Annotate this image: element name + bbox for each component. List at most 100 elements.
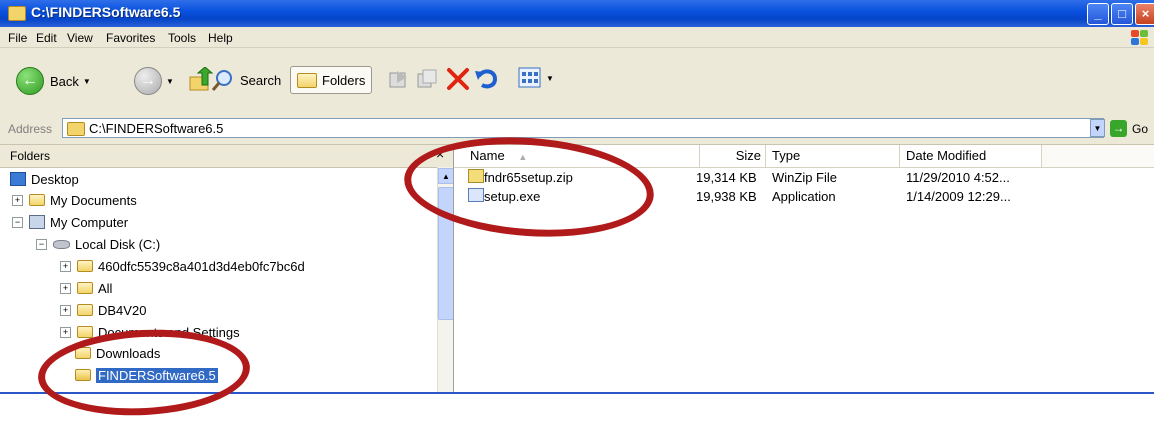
address-field[interactable]: C:\FINDERSoftware6.5 — [62, 118, 1104, 138]
file-size: 19,314 KB — [696, 170, 757, 185]
tree-item-label: My Documents — [50, 192, 137, 208]
go-label: Go — [1132, 121, 1149, 136]
menu-tools[interactable]: Tools — [168, 31, 196, 45]
folder-icon — [77, 326, 93, 338]
expand-icon[interactable]: + — [12, 194, 23, 206]
column-header-size[interactable]: Size — [700, 145, 766, 167]
delete-icon — [447, 68, 469, 90]
folders-button[interactable]: Folders — [290, 66, 373, 94]
move-to-button[interactable] — [389, 69, 409, 89]
menu-favorites[interactable]: Favorites — [106, 31, 155, 45]
folder-icon — [77, 304, 93, 316]
file-name: setup.exe — [484, 189, 541, 204]
expand-icon[interactable]: + — [60, 260, 71, 272]
tree-item-label: 460dfc5539c8a401d3d4eb0fc7bc6d — [98, 258, 305, 274]
column-header-name[interactable]: Name ▲ — [454, 145, 700, 167]
tree-item-folder[interactable]: + 460dfc5539c8a401d3d4eb0fc7bc6d — [60, 256, 305, 276]
drive-icon — [53, 239, 70, 249]
menu-edit[interactable]: Edit — [36, 31, 57, 45]
folder-icon — [67, 122, 85, 136]
copy-to-button[interactable] — [417, 69, 437, 89]
menu-help[interactable]: Help — [208, 31, 233, 45]
tree-item-label-selected: FINDERSoftware6.5 — [96, 367, 218, 383]
collapse-icon[interactable]: − — [36, 238, 47, 250]
forward-dropdown-icon[interactable]: ▼ — [166, 77, 174, 86]
file-row[interactable]: fndr65setup.zip 19,314 KB WinZip File 11… — [454, 168, 1154, 187]
column-header-type[interactable]: Type — [766, 145, 900, 167]
collapse-icon[interactable]: − — [12, 216, 23, 228]
search-button[interactable]: Search — [210, 68, 281, 92]
computer-icon — [29, 215, 45, 229]
search-label: Search — [240, 72, 282, 88]
folders-scrollbar[interactable]: ▲ — [437, 167, 453, 392]
delete-button[interactable] — [446, 67, 470, 91]
tree-item-folder[interactable]: + All — [60, 278, 112, 298]
file-name: fndr65setup.zip — [484, 170, 573, 185]
desktop-icon — [10, 172, 26, 186]
menu-bar: File Edit View Favorites Tools Help — [0, 27, 1154, 48]
move-to-icon — [389, 71, 407, 88]
address-dropdown-icon[interactable]: ▼ — [1090, 119, 1105, 137]
tree-item-folder[interactable]: + Documents and Settings — [60, 322, 240, 342]
close-pane-icon[interactable]: × — [436, 146, 444, 162]
expand-icon[interactable]: + — [60, 304, 71, 316]
close-button[interactable]: × — [1135, 3, 1154, 25]
folders-label: Folders — [322, 72, 366, 88]
folders-pane-header: Folders × — [0, 145, 453, 168]
file-type: WinZip File — [772, 170, 838, 185]
exe-file-icon — [468, 188, 484, 202]
tree-item-local-disk[interactable]: − Local Disk (C:) — [36, 234, 160, 254]
undo-button[interactable] — [473, 66, 499, 92]
scroll-up-icon[interactable]: ▲ — [438, 168, 453, 184]
views-button[interactable]: ▼ — [518, 67, 554, 89]
windows-logo-icon — [1128, 28, 1150, 46]
menu-file[interactable]: File — [8, 31, 27, 45]
file-type: Application — [772, 189, 836, 204]
title-bar[interactable]: C:\FINDERSoftware6.5 _ □ × — [0, 0, 1154, 27]
expand-icon[interactable]: + — [60, 282, 71, 294]
column-type-label: Type — [772, 148, 801, 163]
minimize-button[interactable]: _ — [1087, 3, 1109, 25]
window-title: C:\FINDERSoftware6.5 — [31, 4, 181, 20]
folders-pane: Folders × Desktop + My Documents − My Co… — [0, 145, 454, 392]
maximize-button[interactable]: □ — [1111, 3, 1133, 25]
tree-item-folder[interactable]: + DB4V20 — [60, 300, 146, 320]
column-date-label: Date Modified — [906, 148, 987, 163]
views-icon — [518, 67, 541, 88]
tree-item-my-computer[interactable]: − My Computer — [12, 212, 128, 232]
scrollbar-thumb[interactable] — [438, 187, 453, 320]
tree-item-label: Downloads — [96, 345, 161, 361]
tree-item-desktop[interactable]: Desktop — [10, 169, 79, 189]
tree-item-label: All — [98, 280, 113, 296]
back-dropdown-icon[interactable]: ▼ — [83, 77, 91, 86]
explorer-window: C:\FINDERSoftware6.5 _ □ × File Edit Vie… — [0, 0, 1154, 394]
tree-item-my-documents[interactable]: + My Documents — [12, 190, 137, 210]
go-button[interactable]: → Go — [1110, 120, 1148, 137]
tree-item-label: Documents and Settings — [98, 324, 240, 340]
go-arrow-icon: → — [1110, 120, 1127, 137]
address-value: C:\FINDERSoftware6.5 — [89, 121, 224, 136]
column-header-date[interactable]: Date Modified — [900, 145, 1042, 167]
undo-icon — [475, 69, 498, 89]
tree-item-findersoftware[interactable]: FINDERSoftware6.5 — [75, 365, 218, 385]
menu-view[interactable]: View — [67, 31, 93, 45]
file-date: 1/14/2009 12:29... — [906, 189, 1011, 204]
tree-item-downloads[interactable]: Downloads — [75, 343, 160, 363]
address-label: Address — [8, 122, 53, 136]
back-label: Back — [50, 73, 79, 89]
file-date: 11/29/2010 4:52... — [906, 170, 1010, 185]
expand-icon[interactable]: + — [60, 326, 71, 338]
column-size-label: Size — [735, 148, 761, 163]
tree-item-label: My Computer — [50, 214, 129, 230]
forward-arrow-icon: → — [134, 67, 162, 95]
forward-button[interactable]: → ▼ — [134, 67, 174, 95]
tree-item-label: Local Disk (C:) — [75, 236, 161, 252]
toolbar: ← Back ▼ → ▼ Search Folders ▼ — [0, 48, 1154, 115]
back-button[interactable]: ← Back ▼ — [16, 67, 91, 95]
file-size: 19,938 KB — [696, 189, 757, 204]
file-row[interactable]: setup.exe 19,938 KB Application 1/14/200… — [454, 187, 1154, 206]
tree-item-label: Desktop — [31, 171, 79, 187]
folder-icon — [77, 260, 93, 272]
views-dropdown-icon[interactable]: ▼ — [546, 74, 554, 83]
file-list-pane: Name ▲ Size Type Date Modified fndr65set… — [454, 145, 1154, 392]
